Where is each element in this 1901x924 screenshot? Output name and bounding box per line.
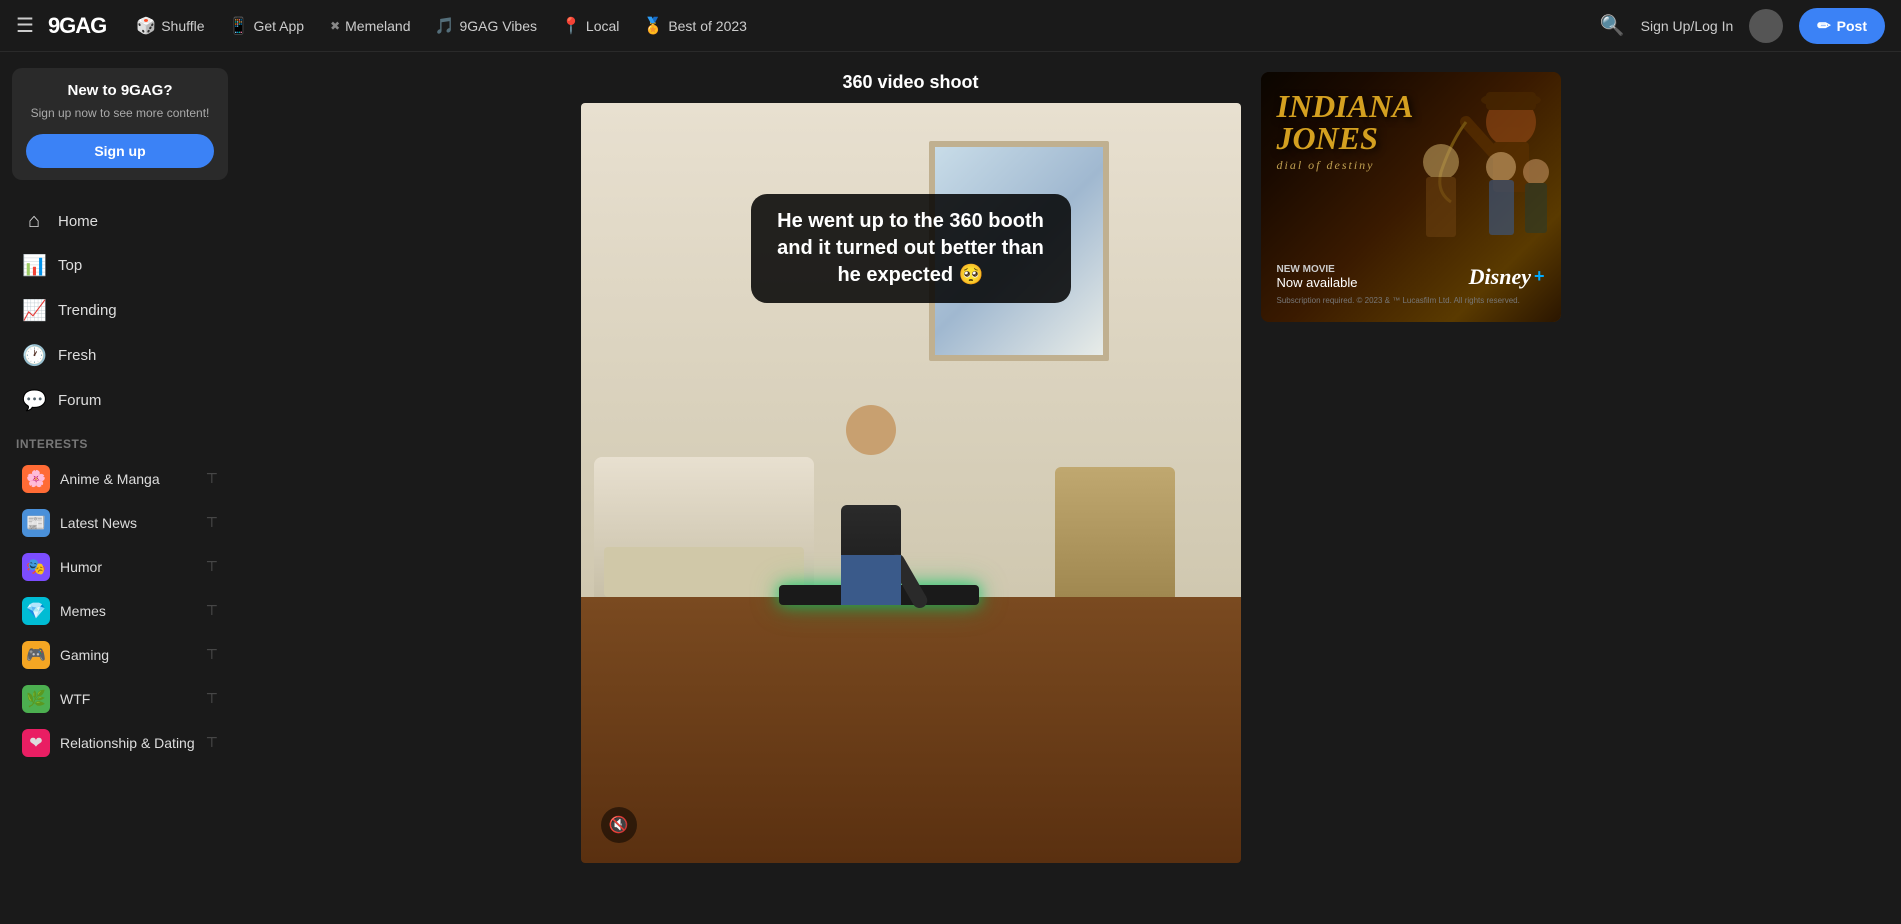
sidebar-item-wtf[interactable]: 🌿 WTF ⊤	[6, 677, 234, 721]
vibes-icon: 🎵	[435, 16, 455, 36]
humor-icon: 🎭	[22, 553, 50, 581]
post-plus-icon: ✏	[1817, 16, 1830, 36]
sidebar-item-humor[interactable]: 🎭 Humor ⊤	[6, 545, 234, 589]
gaming-icon: 🎮	[22, 641, 50, 669]
local-icon: 📍	[561, 16, 581, 36]
video-wrapper: He went up to the 360 booth and it turne…	[581, 103, 1241, 863]
sofa-element	[594, 457, 814, 597]
page-layout: New to 9GAG? Sign up now to see more con…	[0, 52, 1901, 883]
pin-news-icon[interactable]: ⊤	[206, 514, 218, 531]
main-content-area: 360 video shoot	[240, 52, 1901, 883]
relationship-dating-icon: ❤	[22, 729, 50, 757]
ad-bottom-section: NEW MOVIE Now available Disney + Subscri…	[1277, 264, 1545, 306]
forum-icon: 💬	[22, 388, 46, 413]
kid-pants	[841, 555, 901, 605]
fresh-icon: 🕐	[22, 343, 46, 368]
signup-box-description: Sign up now to see more content!	[26, 105, 214, 122]
ad-jones-title: JONES	[1277, 122, 1414, 154]
nav-item-shuffle[interactable]: 🎲 Shuffle	[126, 10, 214, 42]
sidebar: New to 9GAG? Sign up now to see more con…	[0, 52, 240, 872]
shuffle-icon: 🎲	[136, 16, 156, 36]
right-panel: INDIANA JONES dial of destiny NEW MOVIE …	[1261, 72, 1561, 863]
search-button[interactable]: 🔍	[1600, 13, 1625, 38]
sidebar-item-memes[interactable]: 💎 Memes ⊤	[6, 589, 234, 633]
ad-bottom-row: NEW MOVIE Now available Disney +	[1277, 264, 1545, 290]
post-title: 360 video shoot	[581, 72, 1241, 93]
memes-icon: 💎	[22, 597, 50, 625]
video-caption-bubble: He went up to the 360 booth and it turne…	[751, 194, 1071, 303]
nav-item-vibes[interactable]: 🎵 9GAG Vibes	[425, 10, 547, 42]
nav-right-section: 🔍 Sign Up/Log In ✏ Post	[1600, 8, 1885, 44]
nav-item-memeland[interactable]: ✖ Memeland	[318, 12, 420, 40]
mute-button[interactable]: 🔇	[601, 807, 637, 843]
sidebar-item-trending[interactable]: 📈 Trending	[6, 288, 234, 333]
ad-subtitle: dial of destiny	[1277, 158, 1414, 173]
advertisement-banner[interactable]: INDIANA JONES dial of destiny NEW MOVIE …	[1261, 72, 1561, 322]
get-app-icon: 📱	[229, 16, 249, 36]
pin-wtf-icon[interactable]: ⊤	[206, 690, 218, 707]
top-navigation: ☰ 9GAG 🎲 Shuffle 📱 Get App ✖ Memeland 🎵 …	[0, 0, 1901, 52]
ad-disney-plus-block: Disney +	[1469, 264, 1545, 290]
sidebar-item-top[interactable]: 📊 Top	[6, 243, 234, 288]
signup-box-title: New to 9GAG?	[26, 82, 214, 99]
pin-relationship-icon[interactable]: ⊤	[206, 734, 218, 751]
sofa-cushion	[604, 547, 804, 597]
sidebar-item-relationship-dating[interactable]: ❤ Relationship & Dating ⊤	[6, 721, 234, 765]
sidebar-item-forum[interactable]: 💬 Forum	[6, 378, 234, 423]
user-avatar[interactable]	[1749, 9, 1783, 43]
top-icon: 📊	[22, 253, 46, 278]
ad-now-available: Now available	[1277, 275, 1358, 290]
pin-humor-icon[interactable]: ⊤	[206, 558, 218, 575]
ad-disney-logo: Disney	[1469, 264, 1531, 290]
post-button[interactable]: ✏ Post	[1799, 8, 1885, 44]
nav-items-list: 🎲 Shuffle 📱 Get App ✖ Memeland 🎵 9GAG Vi…	[126, 10, 1599, 42]
nav-item-local[interactable]: 📍 Local	[551, 10, 629, 42]
interests-section-label: Interests	[0, 427, 240, 457]
video-frame[interactable]: He went up to the 360 booth and it turne…	[581, 103, 1241, 863]
sidebar-item-home[interactable]: ⌂ Home	[6, 200, 234, 243]
wtf-icon: 🌿	[22, 685, 50, 713]
pin-gaming-icon[interactable]: ⊤	[206, 646, 218, 663]
home-icon: ⌂	[22, 210, 46, 233]
anime-manga-icon: 🌸	[22, 465, 50, 493]
site-logo[interactable]: 9GAG	[48, 13, 106, 39]
latest-news-icon: 📰	[22, 509, 50, 537]
kid-head	[846, 405, 896, 455]
trending-icon: 📈	[22, 298, 46, 323]
sidebar-item-anime-manga[interactable]: 🌸 Anime & Manga ⊤	[6, 457, 234, 501]
kid-figure	[831, 405, 911, 605]
sidebar-item-latest-news[interactable]: 📰 Latest News ⊤	[6, 501, 234, 545]
ad-new-movie-label: NEW MOVIE	[1277, 264, 1358, 275]
nav-item-get-app[interactable]: 📱 Get App	[219, 10, 315, 42]
ad-now-available-block: NEW MOVIE Now available	[1277, 264, 1358, 290]
pin-anime-icon[interactable]: ⊤	[206, 470, 218, 487]
signup-promo-box: New to 9GAG? Sign up now to see more con…	[12, 68, 228, 180]
memeland-icon: ✖	[330, 19, 340, 33]
hamburger-menu-icon[interactable]: ☰	[16, 13, 34, 38]
nav-item-best-of-2023[interactable]: 🏅 Best of 2023	[633, 10, 757, 42]
mute-icon: 🔇	[609, 815, 629, 835]
ad-title-block: INDIANA JONES dial of destiny	[1277, 90, 1414, 173]
sidebar-signup-button[interactable]: Sign up	[26, 134, 214, 168]
room-floor-bg	[581, 597, 1241, 863]
nav-section-main: ⌂ Home 📊 Top 📈 Trending 🕐 Fresh 💬 Forum	[0, 200, 240, 423]
chair-element	[1055, 467, 1175, 597]
signup-login-link[interactable]: Sign Up/Log In	[1641, 18, 1734, 34]
pin-memes-icon[interactable]: ⊤	[206, 602, 218, 619]
post-container: 360 video shoot	[581, 72, 1241, 863]
best-of-2023-icon: 🏅	[643, 16, 663, 36]
sidebar-item-gaming[interactable]: 🎮 Gaming ⊤	[6, 633, 234, 677]
ad-plus-logo: +	[1534, 266, 1545, 287]
ad-indiana-title: INDIANA	[1277, 90, 1414, 122]
ad-subscription-note: Subscription required. © 2023 & ™ Lucasf…	[1277, 296, 1545, 306]
caption-text: He went up to the 360 booth and it turne…	[777, 210, 1044, 286]
sidebar-item-fresh[interactable]: 🕐 Fresh	[6, 333, 234, 378]
